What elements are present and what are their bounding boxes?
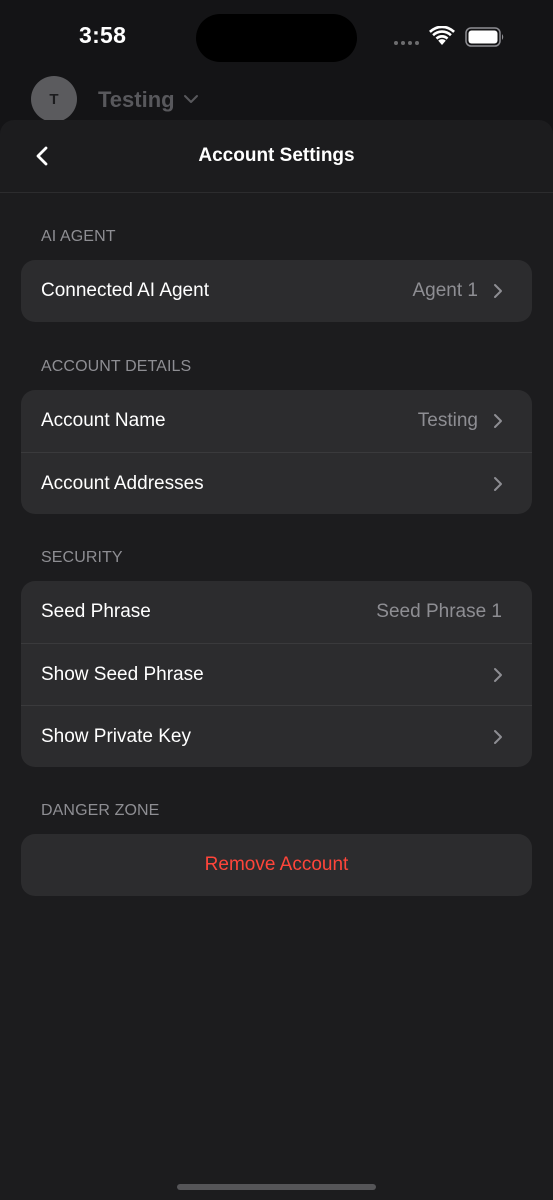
danger-zone-group: Remove Account [21, 834, 532, 896]
account-details-group: Account Name Testing Account Addresses [21, 390, 532, 514]
show-private-key-row[interactable]: Show Private Key [21, 705, 532, 767]
background-header: T Testing [0, 74, 553, 124]
chevron-right-icon [494, 476, 502, 491]
account-addresses-row[interactable]: Account Addresses [21, 452, 532, 514]
row-label: Show Seed Phrase [41, 663, 204, 685]
chevron-right-icon [494, 667, 502, 682]
row-label: Connected AI Agent [41, 280, 209, 301]
nav-bar: Account Settings [0, 120, 553, 193]
wifi-icon [429, 26, 455, 45]
home-indicator [177, 1184, 376, 1190]
status-time: 3:58 [79, 22, 127, 48]
account-name-row[interactable]: Account Name Testing [21, 390, 532, 452]
section-header-security: SECURITY [41, 549, 123, 566]
background-account-name: Testing [98, 87, 175, 112]
connected-ai-agent-row[interactable]: Connected AI Agent Agent 1 [21, 260, 532, 322]
row-label: Account Addresses [41, 472, 204, 494]
row-value: Testing [417, 410, 478, 431]
row-label: Account Name [41, 410, 166, 431]
section-header-ai-agent: AI AGENT [41, 228, 116, 245]
avatar: T [31, 76, 77, 122]
chevron-down-icon [184, 95, 198, 103]
row-value: Agent 1 [412, 280, 479, 301]
dynamic-island [196, 14, 357, 62]
chevron-right-icon [494, 414, 502, 428]
status-bar: 3:58 [0, 0, 553, 70]
security-group: Seed Phrase Seed Phrase 1 Show Seed Phra… [21, 581, 532, 767]
page-title: Account Settings [198, 145, 355, 166]
row-label: Show Private Key [41, 725, 191, 747]
settings-sheet: Account Settings AI AGENT Connected AI A… [0, 120, 553, 1200]
section-header-danger-zone: DANGER ZONE [41, 802, 160, 819]
remove-account-label: Remove Account [204, 854, 349, 875]
row-value: Seed Phrase 1 [376, 601, 502, 622]
screen: 3:58 T Testing Account Settings AI AGENT… [0, 0, 553, 1200]
seed-phrase-row[interactable]: Seed Phrase Seed Phrase 1 [21, 581, 532, 643]
battery-icon [465, 27, 504, 47]
cellular-signal-icon [394, 41, 419, 45]
show-seed-phrase-row[interactable]: Show Seed Phrase [21, 643, 532, 705]
section-header-account-details: ACCOUNT DETAILS [41, 358, 192, 375]
row-label: Seed Phrase [41, 601, 151, 622]
ai-agent-group: Connected AI Agent Agent 1 [21, 260, 532, 322]
remove-account-button[interactable]: Remove Account [21, 834, 532, 896]
chevron-right-icon [494, 284, 502, 298]
chevron-right-icon [494, 729, 502, 744]
